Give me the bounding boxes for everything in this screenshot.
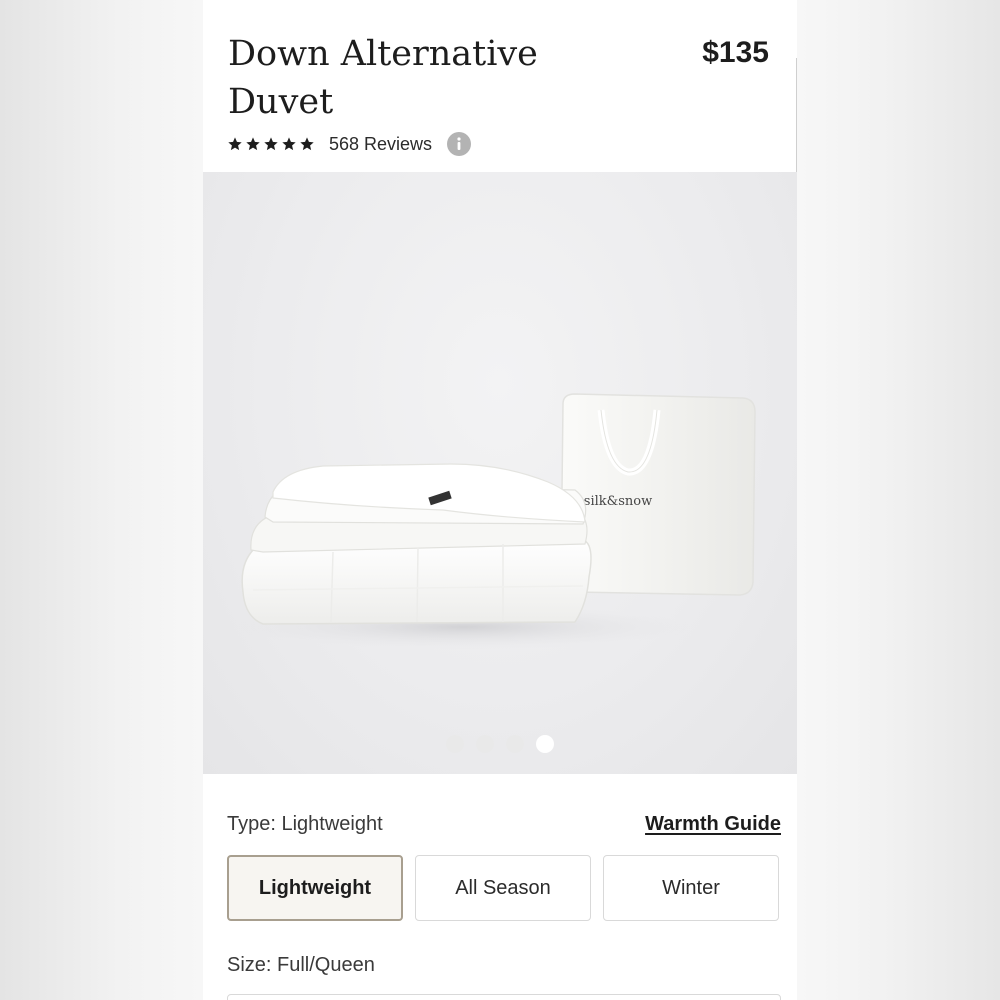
info-icon[interactable] — [447, 132, 472, 156]
rating-row[interactable]: 568 Reviews — [227, 130, 472, 158]
type-options: Lightweight All Season Winter — [227, 855, 779, 921]
bag-brand-text: silk&snow — [584, 494, 652, 509]
product-image: silk&snow — [233, 393, 756, 649]
size-label: Size: Full/Queen — [227, 954, 375, 976]
carousel-dot-2[interactable] — [476, 735, 494, 753]
type-option-all-season[interactable]: All Season — [415, 855, 591, 921]
product-price: $135 — [702, 36, 769, 69]
star-icon — [282, 137, 296, 151]
product-image-carousel[interactable]: silk&snow — [203, 172, 797, 774]
star-icon — [264, 137, 278, 151]
star-icon — [228, 137, 242, 151]
carousel-dot-4[interactable] — [536, 735, 554, 753]
header-divider — [796, 58, 797, 172]
type-option-winter[interactable]: Winter — [603, 855, 779, 921]
carousel-dot-3[interactable] — [506, 735, 524, 753]
carousel-dot-1[interactable] — [446, 735, 464, 753]
type-label: Type: Lightweight — [227, 813, 383, 835]
reviews-count-link[interactable]: 568 Reviews — [329, 134, 432, 155]
size-option-box[interactable] — [227, 994, 781, 1000]
folded-duvet — [241, 463, 592, 625]
star-icon — [246, 137, 260, 151]
star-icon — [300, 137, 314, 151]
star-rating — [227, 136, 315, 152]
product-card: Down Alternative Duvet $135 568 Reviews — [203, 0, 797, 1000]
type-option-lightweight[interactable]: Lightweight — [227, 855, 403, 921]
product-title: Down Alternative Duvet — [228, 34, 538, 122]
warmth-guide-link[interactable]: Warmth Guide — [645, 813, 781, 836]
carousel-dots — [203, 735, 797, 753]
